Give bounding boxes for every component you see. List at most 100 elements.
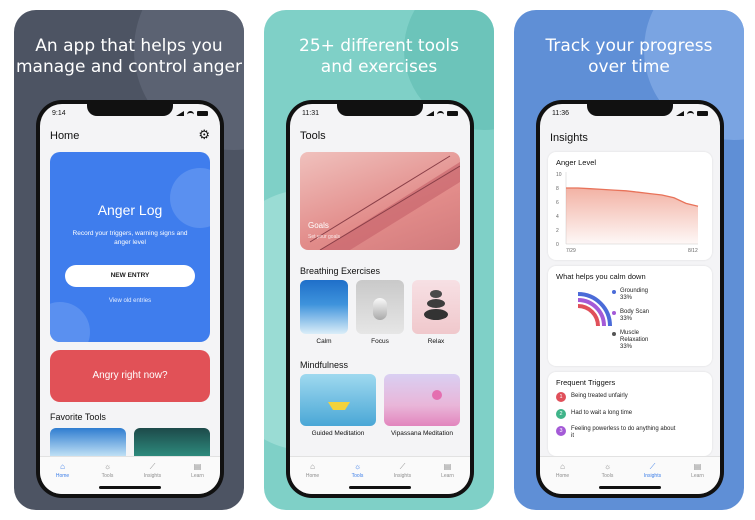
tree-icon [432, 390, 442, 400]
tab-insights[interactable]: ⟋ Insights [638, 462, 668, 494]
phone-frame: 11:31 Tools Goals Set your goals Breathi… [286, 100, 474, 498]
promo-panel-home: An app that helps you manage and control… [14, 10, 244, 510]
y-tick-label: 0 [556, 242, 559, 248]
rock-stack-icon [430, 290, 442, 298]
tab-home[interactable]: ⌂ Home [548, 462, 578, 494]
new-entry-button[interactable]: NEW ENTRY [65, 265, 195, 287]
x-tick-label: 8/12 [688, 248, 698, 254]
sun-icon: ☼ [603, 462, 612, 471]
tool-label: Focus [371, 338, 389, 345]
tab-learn[interactable]: ▤ Learn [433, 462, 463, 494]
tab-label: Home [305, 473, 320, 479]
anger-log-card[interactable]: Anger Log Record your triggers, warning … [50, 152, 210, 342]
legend-item: Muscle Relaxation 33% [612, 330, 648, 351]
sun-icon: ☼ [103, 462, 112, 471]
tab-label: Insights [143, 473, 162, 479]
tab-label: Tools [351, 473, 364, 479]
anger-log-subtitle: Record your triggers, warning signs and … [72, 230, 188, 246]
y-tick-label: 8 [556, 186, 559, 192]
tab-label: Tools [101, 473, 114, 479]
headline-line: Track your progress [545, 36, 713, 56]
goals-label: Goals [308, 221, 329, 230]
status-time: 11:31 [302, 109, 319, 117]
tab-learn[interactable]: ▤ Learn [683, 462, 713, 494]
battery-icon [197, 110, 208, 116]
legend-dot [612, 290, 616, 294]
view-old-entries-link[interactable]: View old entries [50, 298, 210, 304]
signal-icon [426, 110, 434, 116]
insights-screen: 11:36 Insights Anger Level 0 2 4 6 8 10 7/29 8/… [540, 104, 720, 494]
tab-tools[interactable]: ☼ Tools [593, 462, 623, 494]
legend-pct: 33% [620, 344, 633, 350]
tab-learn[interactable]: ▤ Learn [183, 462, 213, 494]
tool-vipassana-meditation[interactable] [384, 374, 460, 426]
page-title: Home [50, 130, 80, 142]
book-icon: ▤ [443, 462, 452, 471]
tool-focus[interactable] [356, 280, 404, 334]
book-icon: ▤ [693, 462, 702, 471]
triggers-title: Frequent Triggers [556, 378, 616, 387]
rock-shape [427, 299, 445, 308]
tab-label: Insights [643, 473, 662, 479]
tab-tools[interactable]: ☼ Tools [343, 462, 373, 494]
paper-boat-icon [328, 402, 350, 410]
legend-dot [612, 311, 616, 315]
angry-right-now-button[interactable]: Angry right now? [50, 350, 210, 402]
tab-home[interactable]: ⌂ Home [48, 462, 78, 494]
goals-card[interactable]: Goals Set your goals [300, 152, 460, 250]
home-icon: ⌂ [560, 462, 565, 471]
chart-icon: ⟋ [399, 462, 406, 471]
promo-panel-tools: 25+ different tools and exercises 11:31 … [264, 10, 494, 510]
tab-tools[interactable]: ☼ Tools [93, 462, 123, 494]
x-tick-label: 7/29 [566, 248, 576, 254]
legend-pct: 33% [620, 316, 633, 322]
tool-calm[interactable] [300, 280, 348, 334]
y-tick-label: 6 [556, 200, 559, 206]
phone-frame: 9:14 Home ⚙ Anger Log Record your trigge… [36, 100, 224, 498]
home-screen: 9:14 Home ⚙ Anger Log Record your trigge… [40, 104, 220, 494]
tab-label: Learn [691, 473, 704, 479]
legend-name: Muscle [620, 330, 640, 336]
panel-headline: Track your progress over time [514, 36, 744, 78]
anger-level-card[interactable]: Anger Level 0 2 4 6 8 10 7/29 8/12 [548, 152, 712, 260]
favorite-tool-thumbnail[interactable] [134, 428, 210, 456]
panel-headline: 25+ different tools and exercises [264, 36, 494, 78]
favorite-tool-thumbnail[interactable] [50, 428, 126, 456]
tab-label: Tools [601, 473, 614, 479]
decorative-blob [170, 168, 210, 228]
promo-panel-insights: Track your progress over time 11:36 Insi… [514, 10, 744, 510]
calm-down-card[interactable]: What helps you calm down Grounding 33% B… [548, 266, 712, 366]
goals-sublabel: Set your goals [308, 234, 340, 240]
legend-name: Body Scan [620, 309, 650, 315]
trigger-number: 1 [556, 392, 566, 402]
legend-item: Body Scan 33% [612, 309, 650, 323]
trigger-text: Feeling powerless to do anything about i… [571, 426, 676, 439]
rock-shape [424, 309, 448, 320]
home-indicator [99, 486, 161, 489]
tool-label: Vipassana Meditation [390, 430, 454, 437]
trigger-number: 3 [556, 426, 566, 436]
tool-guided-meditation[interactable] [300, 374, 376, 426]
wifi-icon [187, 110, 194, 116]
legend-item: Grounding 33% [612, 288, 648, 302]
signal-icon [176, 110, 184, 116]
frequent-triggers-card[interactable]: Frequent Triggers 1 Being treated unfair… [548, 372, 712, 456]
tool-label: Relax [427, 338, 445, 345]
chart-icon: ⟋ [149, 462, 156, 471]
y-tick-label: 4 [556, 214, 559, 220]
tab-label: Home [555, 473, 570, 479]
headline-line: An app that helps you [35, 36, 223, 56]
page-title: Tools [300, 130, 326, 142]
phone-frame: 11:36 Insights Anger Level 0 2 4 6 8 10 7/29 8/… [536, 100, 724, 498]
gear-icon[interactable]: ⚙ [198, 128, 210, 141]
panel-headline: An app that helps you manage and control… [14, 36, 244, 78]
trigger-item: 3 Feeling powerless to do anything about… [556, 426, 676, 440]
tab-insights[interactable]: ⟋ Insights [388, 462, 418, 494]
tool-relax[interactable] [412, 280, 460, 334]
tab-insights[interactable]: ⟋ Insights [138, 462, 168, 494]
anger-level-chart: 0 2 4 6 8 10 7/29 8/12 [556, 172, 699, 254]
chart-icon: ⟋ [649, 462, 656, 471]
tab-home[interactable]: ⌂ Home [298, 462, 328, 494]
legend-dot [612, 332, 616, 336]
phone-notch [87, 104, 173, 116]
